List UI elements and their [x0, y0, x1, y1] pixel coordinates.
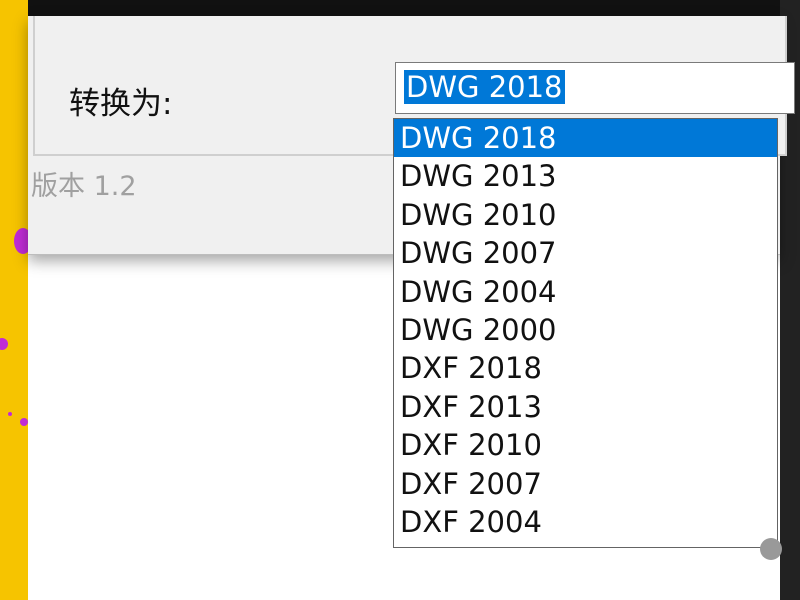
dropdown-option[interactable]: DXF 2018	[394, 349, 777, 387]
decorative-dot	[0, 338, 8, 350]
dropdown-option[interactable]: DXF 2013	[394, 388, 777, 426]
dropdown-option[interactable]: DWG 2004	[394, 273, 777, 311]
format-combobox[interactable]: DWG 2018	[395, 62, 795, 114]
dropdown-option[interactable]: DXF 2007	[394, 465, 777, 503]
version-label: 版本 1.2	[31, 171, 137, 202]
decorative-dot	[8, 412, 12, 416]
scroll-indicator-icon	[760, 538, 782, 560]
convert-to-label: 转换为:	[69, 86, 173, 122]
decorative-dot	[20, 418, 28, 426]
format-dropdown-list[interactable]: DWG 2018 DWG 2013 DWG 2010 DWG 2007 DWG 2004…	[393, 118, 778, 548]
dropdown-option[interactable]: DWG 2013	[394, 157, 777, 195]
dropdown-option[interactable]: DWG 2010	[394, 196, 777, 234]
dropdown-option[interactable]: DWG 2018	[394, 119, 777, 158]
window-top-edge	[28, 0, 780, 16]
format-combobox-value[interactable]: DWG 2018	[404, 70, 565, 104]
dropdown-option[interactable]: DWG 2007	[394, 234, 777, 272]
dropdown-option[interactable]: DWG 2000	[394, 311, 777, 349]
dropdown-option[interactable]: DXF 2010	[394, 426, 777, 464]
desktop-background-strip	[0, 0, 32, 600]
dropdown-option[interactable]: DXF 2004	[394, 503, 777, 541]
